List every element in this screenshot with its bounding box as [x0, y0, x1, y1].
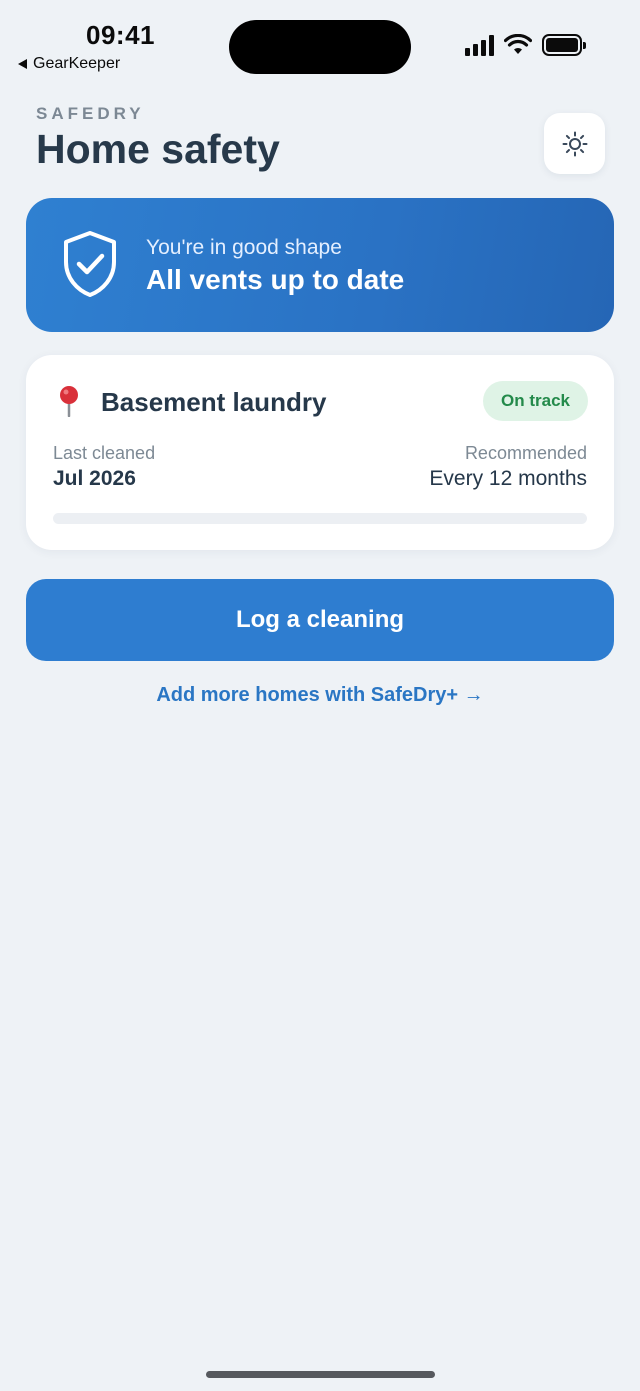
- log-cleaning-button[interactable]: Log a cleaning: [26, 579, 614, 661]
- theme-toggle-button[interactable]: [544, 113, 605, 174]
- status-time: 09:41: [86, 20, 155, 50]
- cellular-signal-icon: [465, 34, 494, 56]
- wifi-icon: [504, 34, 532, 54]
- last-cleaned-label: Last cleaned: [53, 443, 156, 463]
- back-app-label: GearKeeper: [33, 55, 121, 72]
- location-card[interactable]: Basement laundry On track Last cleaned J…: [26, 355, 614, 550]
- brand-label: SAFEDRY: [36, 104, 145, 123]
- back-arrow-icon: [18, 59, 27, 69]
- cleaning-progress-bar: [53, 513, 587, 524]
- shield-check-icon: [64, 231, 116, 297]
- home-indicator: [206, 1371, 435, 1378]
- battery-icon: [542, 34, 586, 56]
- page-title: Home safety: [36, 126, 280, 172]
- banner-subtitle: You're in good shape: [146, 236, 342, 259]
- status-indicators: [465, 34, 586, 56]
- banner-headline: All vents up to date: [146, 264, 405, 295]
- last-cleaned-value: Jul 2026: [53, 467, 136, 490]
- upsell-link[interactable]: Add more homes with SafeDry+ →: [0, 684, 640, 707]
- location-name: Basement laundry: [101, 387, 327, 417]
- status-banner: You're in good shape All vents up to dat…: [26, 198, 614, 332]
- sun-icon: [562, 131, 587, 156]
- back-to-app-link[interactable]: GearKeeper: [18, 55, 120, 73]
- status-badge: On track: [483, 381, 588, 421]
- recommended-value: Every 12 months: [429, 467, 587, 490]
- pushpin-icon: [60, 386, 78, 417]
- recommended-label: Recommended: [464, 443, 587, 463]
- dynamic-island: [229, 20, 411, 74]
